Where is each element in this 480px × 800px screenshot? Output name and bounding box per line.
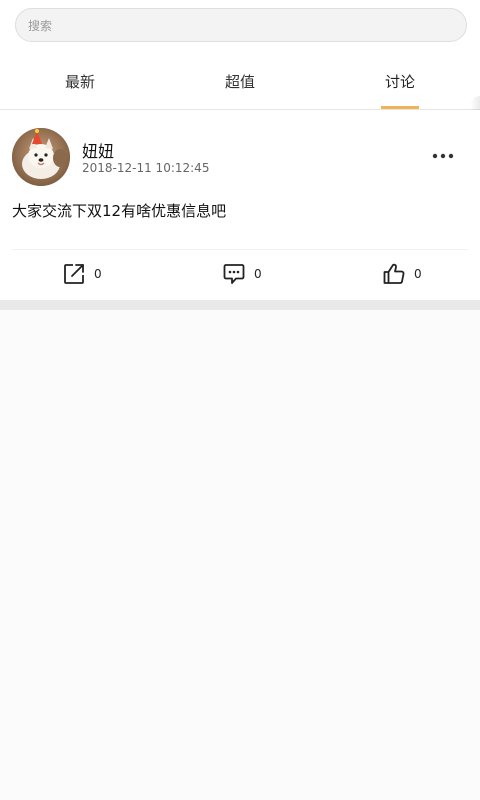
active-tab-indicator [381, 106, 419, 109]
search-input[interactable] [26, 9, 450, 43]
more-horizontal-icon [432, 153, 454, 159]
search-bar [0, 0, 480, 52]
share-count: 0 [94, 267, 102, 281]
post-card: 妞妞 2018-12-11 10:12:45 大家交流下双12有啥优惠信息吧 0 [0, 110, 480, 300]
comment-icon [223, 264, 245, 284]
username: 妞妞 [82, 142, 115, 161]
share-icon [64, 264, 84, 284]
like-count: 0 [414, 267, 422, 281]
section-separator [0, 300, 480, 310]
like-button[interactable]: 0 [382, 260, 422, 288]
tab-discussion[interactable]: 讨论 [320, 52, 480, 109]
share-button[interactable]: 0 [62, 260, 102, 288]
comment-button[interactable]: 0 [222, 260, 262, 288]
search-box[interactable] [15, 8, 467, 43]
tab-bar: 最新 超值 讨论 [0, 52, 480, 162]
tab-latest[interactable]: 最新 [0, 52, 160, 109]
discussion-page: 最新 超值 讨论 [0, 0, 480, 800]
post-content: 大家交流下双12有啥优惠信息吧 [12, 202, 227, 220]
more-options-button[interactable] [426, 144, 462, 166]
comment-count: 0 [254, 267, 262, 281]
avatar-image [12, 128, 70, 186]
tab-value[interactable]: 超值 [160, 52, 320, 109]
like-icon [383, 263, 405, 284]
divider [12, 249, 468, 250]
avatar[interactable] [12, 128, 70, 186]
post-timestamp: 2018-12-11 10:12:45 [82, 161, 210, 175]
